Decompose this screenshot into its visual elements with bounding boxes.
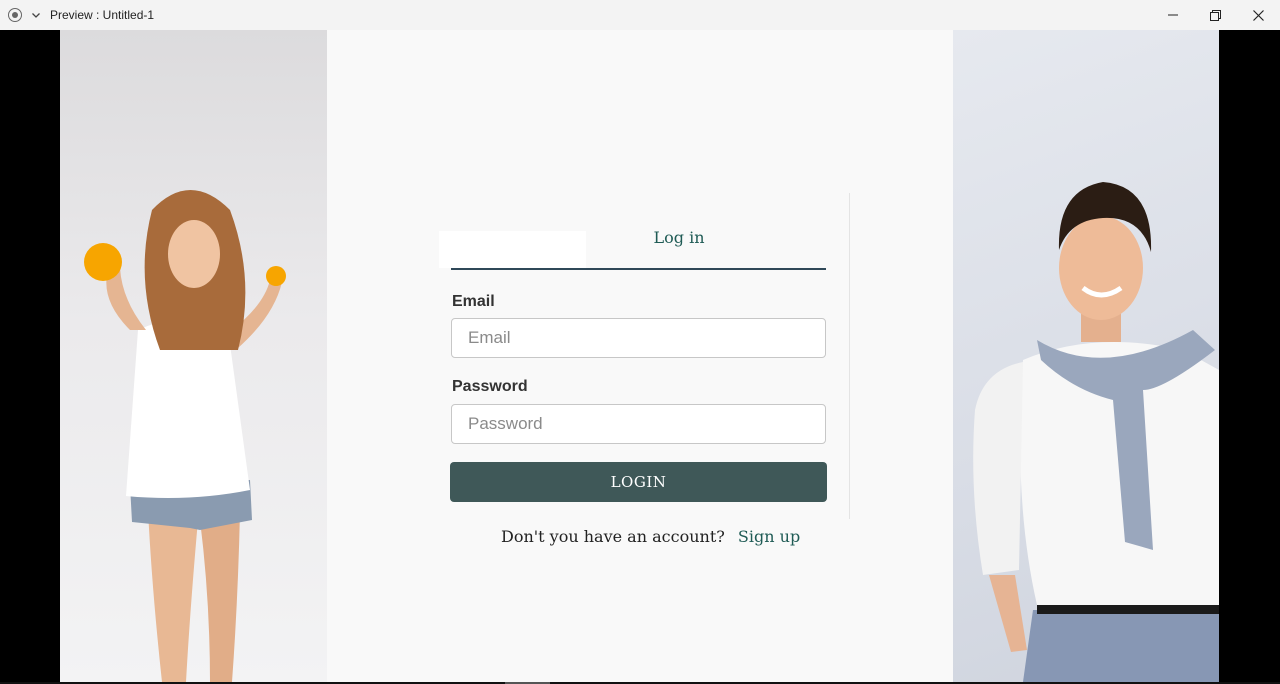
minimize-icon (1167, 14, 1178, 16)
chevron-down-icon[interactable] (31, 10, 41, 20)
close-button[interactable] (1237, 0, 1280, 30)
tab-login[interactable]: Log in (609, 230, 749, 246)
app-record-icon[interactable] (8, 8, 22, 22)
preview-stage: Log in Email Password LOGIN Don't you ha… (0, 30, 1280, 684)
password-field[interactable] (451, 404, 826, 444)
signup-prompt: Don't you have an account? (501, 527, 725, 546)
window-titlebar: Preview : Untitled-1 (0, 0, 1280, 30)
close-icon (1253, 9, 1264, 21)
window-title: Preview : Untitled-1 (50, 8, 155, 22)
smiling-man-with-sweater-photo (953, 30, 1219, 682)
minimize-button[interactable] (1151, 0, 1194, 30)
email-field[interactable] (451, 318, 826, 358)
login-panel: Log in Email Password LOGIN Don't you ha… (327, 30, 953, 682)
password-label: Password (452, 378, 528, 395)
email-label: Email (452, 293, 495, 310)
vertical-divider (849, 193, 850, 519)
restore-icon (1210, 9, 1221, 21)
login-button[interactable]: LOGIN (450, 462, 827, 502)
auth-tabs: Log in (439, 230, 826, 270)
signup-row: Don't you have an account? Sign up (501, 527, 800, 546)
tab-underline (451, 268, 826, 270)
signup-link[interactable]: Sign up (738, 527, 800, 546)
tab-blank[interactable] (439, 231, 586, 268)
restore-button[interactable] (1194, 0, 1237, 30)
woman-holding-oranges-photo (60, 30, 327, 682)
